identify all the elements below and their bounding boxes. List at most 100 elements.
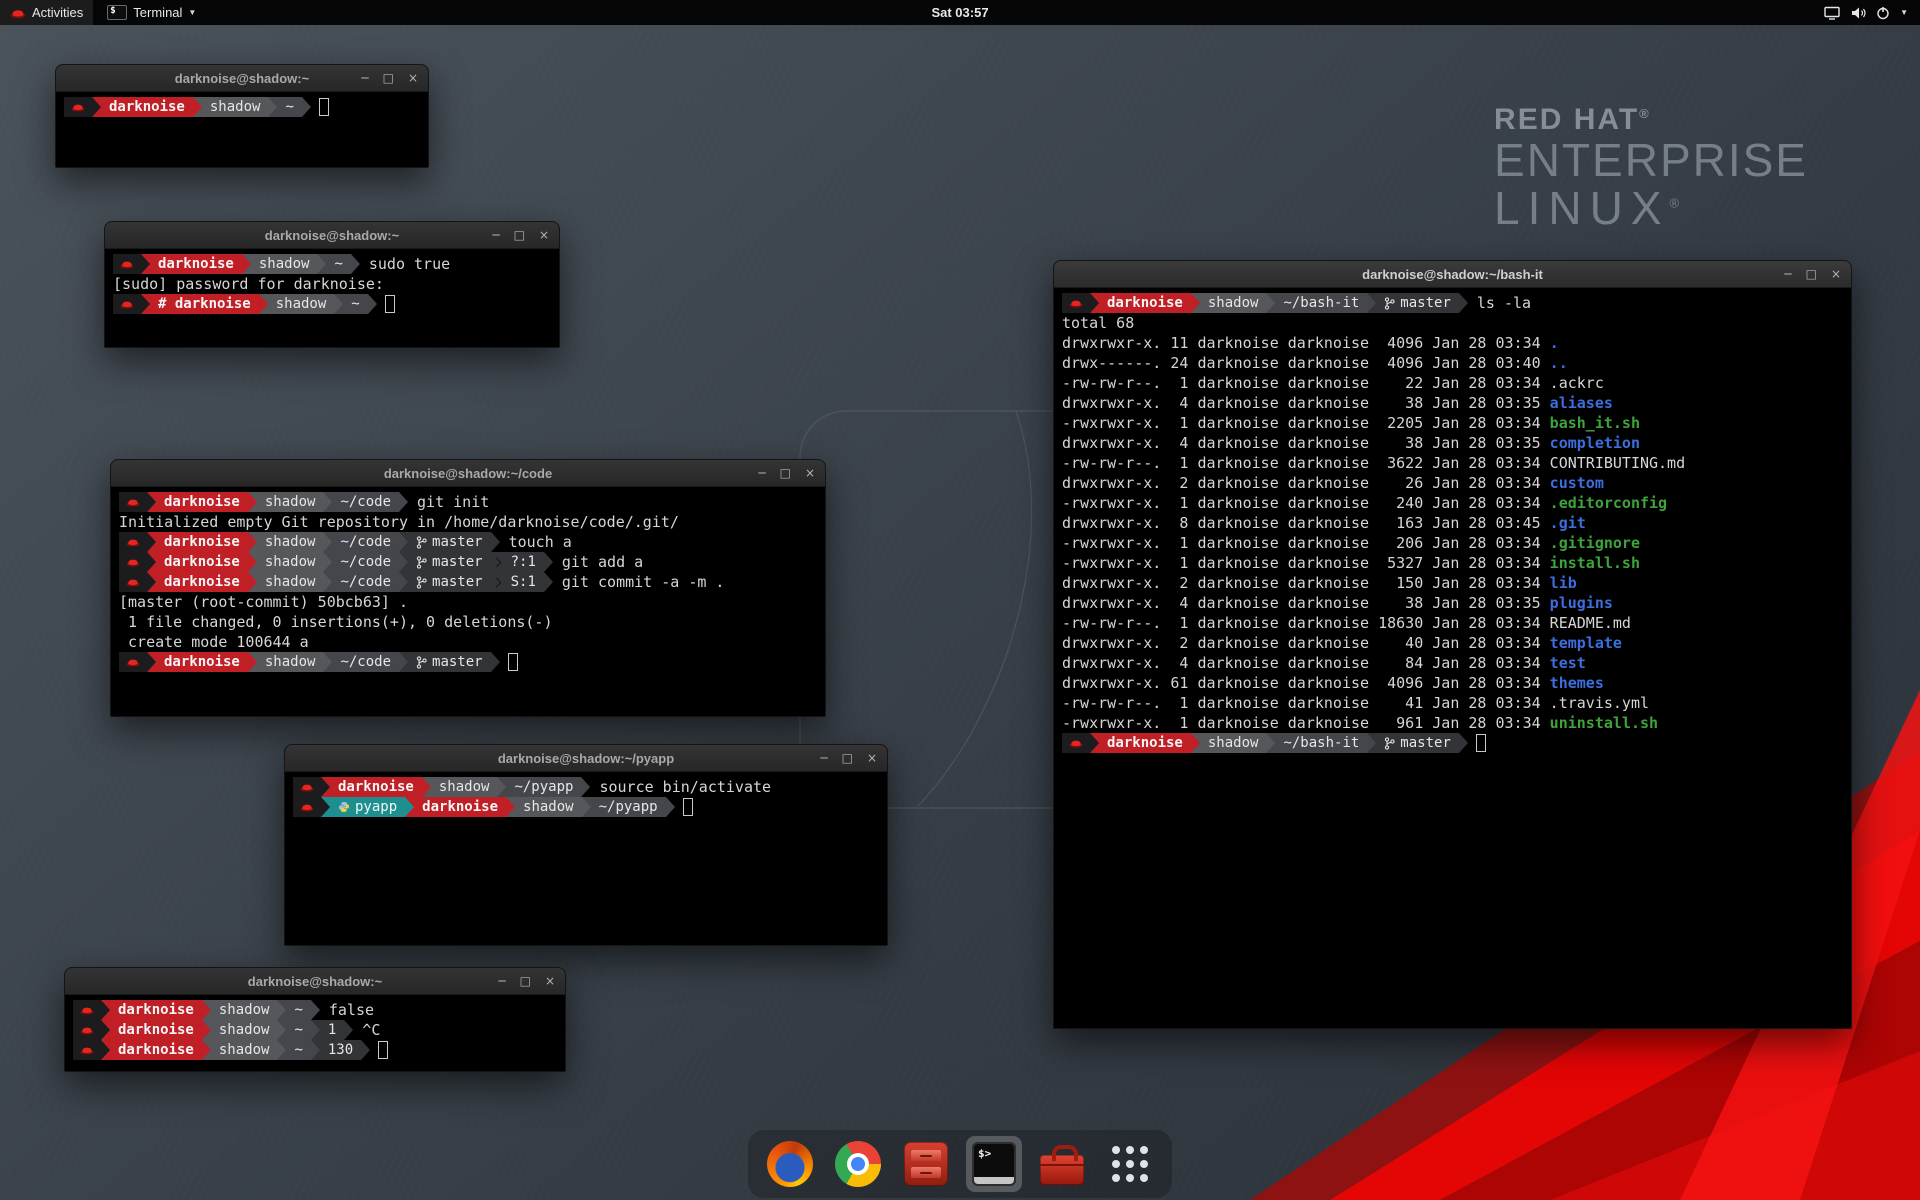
- redhat-icon: [80, 1005, 94, 1015]
- terminal-text-plain: drwxrwxr-x. 4 darknoise darknoise 38 Jan…: [1062, 434, 1550, 452]
- path-segment: ~: [343, 294, 367, 314]
- system-tray[interactable]: ▼: [1812, 0, 1920, 25]
- minimize-button[interactable]: ─: [758, 467, 765, 479]
- terminal-line: darknoiseshadow~/codemastertouch a: [119, 532, 817, 552]
- close-button[interactable]: ×: [545, 975, 555, 987]
- terminal-body[interactable]: darknoiseshadow~falsedarknoiseshadow~1^C…: [65, 995, 565, 1071]
- user-segment: darknoise: [414, 797, 506, 817]
- close-button[interactable]: ×: [1831, 268, 1841, 280]
- close-button[interactable]: ×: [867, 752, 877, 764]
- powerline-separator: [147, 492, 156, 512]
- powerline-separator: [405, 797, 414, 817]
- powerline-separator: [141, 254, 150, 274]
- powerline-separator: [248, 532, 257, 552]
- thin-separator-icon: [491, 552, 503, 572]
- maximize-button[interactable]: □: [520, 975, 531, 987]
- git-branch-icon: [416, 536, 427, 549]
- terminal-text-cmd: git commit -a -m .: [562, 573, 725, 591]
- window-title: darknoise@shadow:~/pyapp: [285, 751, 887, 766]
- terminal-cursor: [319, 98, 329, 116]
- terminal-line: drwxrwxr-x. 11 darknoise darknoise 4096 …: [1062, 333, 1843, 353]
- hat-segment: [119, 492, 147, 512]
- hat-segment: [1062, 733, 1090, 753]
- terminal-text-plain: drwxrwxr-x. 4 darknoise darknoise 38 Jan…: [1062, 594, 1550, 612]
- terminal-body[interactable]: darknoiseshadow~sudo true[sudo] password…: [105, 249, 559, 347]
- maximize-button[interactable]: □: [842, 752, 853, 764]
- terminal-text-cmd: ^C: [362, 1021, 380, 1039]
- powerline-separator: [147, 532, 156, 552]
- terminal-body[interactable]: darknoiseshadow~/bash-itmasterls -latota…: [1054, 288, 1851, 1028]
- powerline-separator: [1266, 293, 1275, 313]
- host-segment: shadow: [515, 797, 582, 817]
- trademark: ®: [1670, 196, 1688, 211]
- minimize-button[interactable]: ─: [492, 229, 499, 241]
- dock-item-files[interactable]: [898, 1136, 954, 1192]
- terminal-text-cmd: sudo true: [369, 255, 450, 273]
- powerline-separator: [242, 254, 251, 274]
- powerline-separator: [141, 294, 150, 314]
- hat-segment: [113, 254, 141, 274]
- exit-segment: 1: [320, 1020, 344, 1040]
- dock-item-chromium[interactable]: [830, 1136, 886, 1192]
- gitstat-segment: S:1: [503, 572, 544, 592]
- redhat-icon: [80, 1025, 94, 1035]
- powerline-separator: [248, 652, 257, 672]
- powerline-separator: [277, 1040, 286, 1060]
- dock-item-firefox[interactable]: [762, 1136, 818, 1192]
- terminal-text-exec: install.sh: [1550, 554, 1640, 572]
- powerline-separator: [1191, 733, 1200, 753]
- dock: [748, 1130, 1172, 1198]
- minimize-button[interactable]: ─: [498, 975, 505, 987]
- maximize-button[interactable]: □: [514, 229, 525, 241]
- dock-item-app-grid[interactable]: [1102, 1136, 1158, 1192]
- clock[interactable]: Sat 03:57: [931, 5, 988, 20]
- terminal-text-plain: -rwxrwxr-x. 1 darknoise darknoise 961 Ja…: [1062, 714, 1550, 732]
- window-titlebar[interactable]: darknoise@shadow:~/bash-it ─ □ ×: [1054, 261, 1851, 288]
- powerline-separator: [1090, 733, 1099, 753]
- maximize-button[interactable]: □: [1806, 268, 1817, 280]
- minimize-button[interactable]: ─: [361, 72, 368, 84]
- app-menu[interactable]: Terminal ▼: [97, 0, 206, 25]
- activities-button[interactable]: Activities: [0, 0, 93, 25]
- user-segment: darknoise: [156, 532, 248, 552]
- terminal-text-plain: -rw-rw-r--. 1 darknoise darknoise 3622 J…: [1062, 454, 1685, 472]
- terminal-text-plain: create mode 100644 a: [119, 633, 309, 651]
- terminal-body[interactable]: darknoiseshadow~/codegit initInitialized…: [111, 487, 825, 716]
- host-segment: shadow: [257, 552, 324, 572]
- git-branch-icon: [416, 556, 427, 569]
- powerline-separator: [268, 97, 277, 117]
- window-titlebar[interactable]: darknoise@shadow:~ ─ □ ×: [105, 222, 559, 249]
- terminal-line: darknoiseshadow~/bash-itmasterls -la: [1062, 293, 1843, 313]
- terminal-text-exec: .gitignore: [1550, 534, 1640, 552]
- window-title: darknoise@shadow:~/bash-it: [1054, 267, 1851, 282]
- close-button[interactable]: ×: [805, 467, 815, 479]
- terminal-text-dir: .: [1550, 334, 1559, 352]
- minimize-button[interactable]: ─: [820, 752, 827, 764]
- close-button[interactable]: ×: [539, 229, 549, 241]
- git-branch-icon: [1384, 297, 1395, 310]
- window-titlebar[interactable]: darknoise@shadow:~/code ─ □ ×: [111, 460, 825, 487]
- maximize-button[interactable]: □: [383, 72, 394, 84]
- minimize-button[interactable]: ─: [1784, 268, 1791, 280]
- terminal-text-cmd: git init: [417, 493, 489, 511]
- window-titlebar[interactable]: darknoise@shadow:~ ─ □ ×: [56, 65, 428, 92]
- terminal-text-dir: test: [1550, 654, 1586, 672]
- window-titlebar[interactable]: darknoise@shadow:~ ─ □ ×: [65, 968, 565, 995]
- terminal-text-dir: template: [1550, 634, 1622, 652]
- dock-item-software[interactable]: [1034, 1136, 1090, 1192]
- dock-item-terminal[interactable]: [966, 1136, 1022, 1192]
- terminal-body[interactable]: darknoiseshadow~: [56, 92, 428, 167]
- window-titlebar[interactable]: darknoise@shadow:~/pyapp ─ □ ×: [285, 745, 887, 772]
- terminal-text-dir: aliases: [1550, 394, 1613, 412]
- git-segment: master: [408, 552, 491, 572]
- maximize-button[interactable]: □: [780, 467, 791, 479]
- powerline-separator: [311, 1040, 320, 1060]
- powerline-separator: [399, 532, 408, 552]
- terminal-line: -rwxrwxr-x. 1 darknoise darknoise 2205 J…: [1062, 413, 1843, 433]
- close-button[interactable]: ×: [408, 72, 418, 84]
- terminal-line: drwxrwxr-x. 4 darknoise darknoise 38 Jan…: [1062, 433, 1843, 453]
- path-segment: ~/bash-it: [1275, 733, 1367, 753]
- terminal-body[interactable]: darknoiseshadow~/pyappsource bin/activat…: [285, 772, 887, 945]
- git-branch-icon: [416, 576, 427, 589]
- thin-separator-icon: [491, 572, 503, 592]
